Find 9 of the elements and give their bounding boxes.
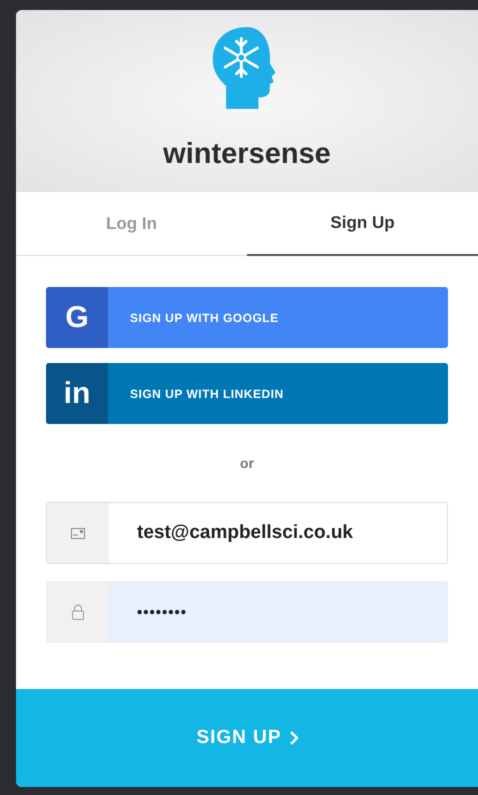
brand-name: wintersense: [163, 138, 331, 171]
envelope-icon: [71, 528, 85, 538]
chevron-right-icon: [290, 731, 298, 745]
separator-text: or: [239, 455, 255, 471]
padlock-icon: [72, 604, 84, 620]
password-field[interactable]: ••••••••: [46, 581, 448, 643]
email-field[interactable]: test@campbellsci.co.uk: [46, 502, 448, 564]
social-signup-button[interactable]: in SIGN UP WITH LINKEDIN: [46, 363, 448, 424]
social-signup-button[interactable]: G SIGN UP WITH GOOGLE: [46, 287, 448, 348]
